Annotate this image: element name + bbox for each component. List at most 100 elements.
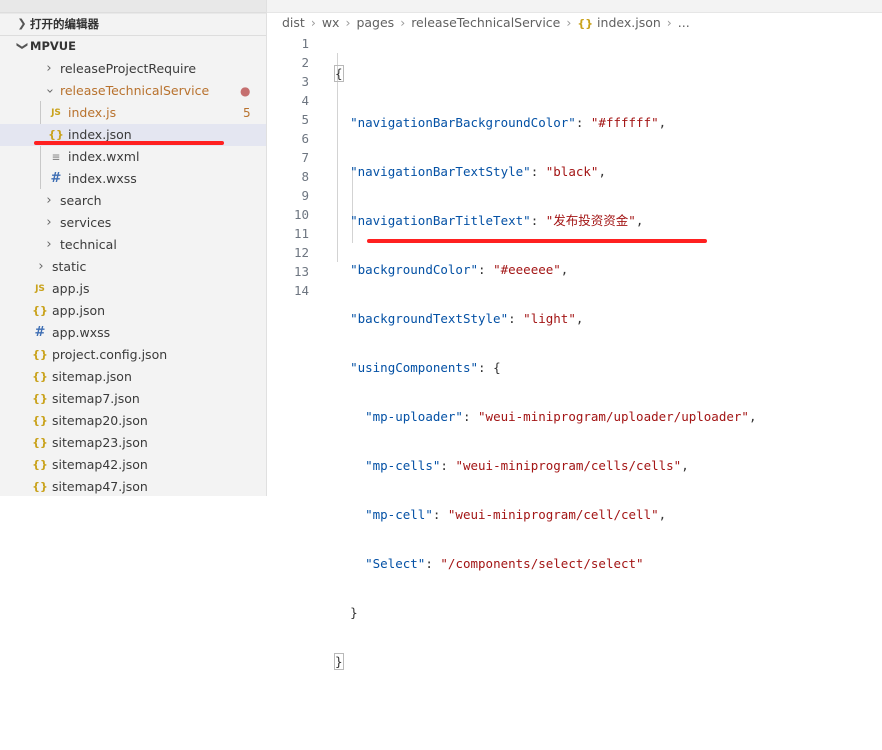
chevron-right-icon: › xyxy=(46,61,52,76)
tree-item-index-wxml[interactable]: ≡ index.wxml xyxy=(0,146,266,168)
chevron-right-icon: › xyxy=(400,15,406,30)
breadcrumb-more[interactable]: ... xyxy=(678,13,690,33)
breadcrumb-item-releaseTechnicalService[interactable]: releaseTechnicalService xyxy=(411,13,560,33)
line-number: 3 xyxy=(301,74,309,89)
chevron-right-icon: › xyxy=(310,15,316,30)
json-colon: : xyxy=(425,556,441,571)
tree-item-label: services xyxy=(60,215,112,230)
json-file-icon: {} xyxy=(32,436,48,449)
json-value: "#ffffff" xyxy=(590,115,659,130)
json-key: "navigationBarBackgroundColor" xyxy=(350,115,576,130)
json-colon: : xyxy=(530,164,546,179)
line-number: 10 xyxy=(293,207,309,222)
json-comma: , xyxy=(560,262,569,277)
json-key: "backgroundColor" xyxy=(350,262,478,277)
tree-item-project-config-json[interactable]: {} project.config.json xyxy=(0,344,266,366)
json-brace: { xyxy=(493,360,501,375)
json-comma: , xyxy=(658,115,667,130)
code-line-9: "mp-cells": "weui-miniprogram/cells/cell… xyxy=(335,456,756,475)
json-value: "weui-miniprogram/cell/cell" xyxy=(447,507,659,522)
tree-item-label: static xyxy=(52,259,87,274)
tree-item-label: sitemap47.json xyxy=(52,479,148,494)
code-line-12: } xyxy=(335,603,756,622)
json-key: "mp-cells" xyxy=(365,458,441,473)
json-value: "发布投资资金" xyxy=(545,213,636,228)
breadcrumb-item-dist[interactable]: dist xyxy=(282,13,305,33)
chevron-right-icon: › xyxy=(46,215,52,230)
json-brace: { xyxy=(334,65,344,82)
code-line-1: { xyxy=(334,64,756,83)
json-file-icon: {} xyxy=(32,392,48,405)
tree-item-sitemap47-json[interactable]: {} sitemap47.json xyxy=(0,476,266,496)
breadcrumb: dist › wx › pages › releaseTechnicalService › {}… xyxy=(282,13,690,33)
tree-item-search[interactable]: › search xyxy=(0,190,266,212)
line-number-gutter: 1 2 3 4 5 6 7 8 9 10 11 12 13 14 xyxy=(267,34,309,300)
tree-item-label: sitemap7.json xyxy=(52,391,140,406)
code-line-2: "navigationBarBackgroundColor": "#ffffff… xyxy=(335,113,756,132)
tree-item-releaseProjectRequire[interactable]: › releaseProjectRequire xyxy=(0,58,266,80)
js-file-icon: JS xyxy=(35,284,45,294)
json-brace: } xyxy=(334,653,344,670)
tree-item-app-wxss[interactable]: # app.wxss xyxy=(0,322,266,344)
tree-item-releaseTechnicalService[interactable]: › releaseTechnicalService ● xyxy=(0,80,266,102)
json-key: "mp-uploader" xyxy=(365,409,463,424)
tree-item-app-js[interactable]: JS app.js xyxy=(0,278,266,300)
code-editor[interactable]: 1 2 3 4 5 6 7 8 9 10 11 12 13 14 { "navi… xyxy=(267,34,882,670)
editor-tab-strip xyxy=(267,0,882,13)
chevron-right-icon: › xyxy=(38,259,44,274)
tree-item-index-wxss[interactable]: # index.wxss xyxy=(0,168,266,190)
line-number: 9 xyxy=(301,188,309,203)
tree-item-label: project.config.json xyxy=(52,347,168,362)
tree-item-sitemap23-json[interactable]: {} sitemap23.json xyxy=(0,432,266,454)
line-number: 7 xyxy=(301,150,309,165)
tree-item-label: releaseProjectRequire xyxy=(60,61,197,76)
chevron-right-icon: › xyxy=(566,15,572,30)
json-colon: : xyxy=(440,458,456,473)
wxml-file-icon: ≡ xyxy=(52,149,60,164)
wxss-file-icon: # xyxy=(34,325,46,340)
red-underline-annotation xyxy=(367,239,707,243)
line-number: 13 xyxy=(293,264,309,279)
tree-item-sitemap42-json[interactable]: {} sitemap42.json xyxy=(0,454,266,476)
project-header[interactable]: ❯ MPVUE xyxy=(0,35,266,57)
chevron-down-icon: › xyxy=(42,88,57,94)
breadcrumb-item-pages[interactable]: pages xyxy=(356,13,394,33)
json-value: "weui-miniprogram/uploader/uploader" xyxy=(478,409,749,424)
tree-item-label: sitemap42.json xyxy=(52,457,148,472)
tree-item-label: index.js xyxy=(68,105,117,120)
tree-item-sitemap-json[interactable]: {} sitemap.json xyxy=(0,366,266,388)
chevron-right-icon: ❯ xyxy=(17,17,27,30)
json-file-icon: {} xyxy=(32,304,48,317)
code-line-5: "backgroundColor": "#eeeeee", xyxy=(335,260,756,279)
breadcrumb-item-file[interactable]: index.json xyxy=(597,13,661,33)
tree-item-static[interactable]: › static xyxy=(0,256,266,278)
json-key: "navigationBarTextStyle" xyxy=(350,164,531,179)
json-value: "weui-miniprogram/cells/cells" xyxy=(455,458,682,473)
tree-item-app-json[interactable]: {} app.json xyxy=(0,300,266,322)
line-number: 5 xyxy=(301,112,309,127)
tree-item-index-js[interactable]: JS index.js 5 xyxy=(0,102,266,124)
line-number: 11 xyxy=(293,226,309,241)
red-underline-annotation xyxy=(34,141,224,145)
tree-item-label: app.wxss xyxy=(52,325,111,340)
code-line-10: "mp-cell": "weui-miniprogram/cell/cell", xyxy=(335,505,756,524)
json-key: "backgroundTextStyle" xyxy=(350,311,509,326)
json-colon: : xyxy=(508,311,524,326)
tree-item-label: releaseTechnicalService xyxy=(60,83,210,98)
json-file-icon: {} xyxy=(32,480,48,493)
json-file-icon: {} xyxy=(32,348,48,361)
tree-item-sitemap7-json[interactable]: {} sitemap7.json xyxy=(0,388,266,410)
tree-item-technical[interactable]: › technical xyxy=(0,234,266,256)
tree-item-sitemap20-json[interactable]: {} sitemap20.json xyxy=(0,410,266,432)
tree-item-services[interactable]: › services xyxy=(0,212,266,234)
code-line-4: "navigationBarTitleText": "发布投资资金", xyxy=(335,211,756,230)
json-colon: : xyxy=(478,262,494,277)
json-comma: , xyxy=(681,458,689,473)
breadcrumb-item-wx[interactable]: wx xyxy=(322,13,340,33)
js-file-icon: JS xyxy=(51,108,61,118)
json-key: "mp-cell" xyxy=(365,507,433,522)
json-value: "black" xyxy=(545,164,599,179)
open-editors-header[interactable]: ❯ 打开的编辑器 xyxy=(0,12,266,36)
code-line-8: "mp-uploader": "weui-miniprogram/uploade… xyxy=(335,407,756,426)
